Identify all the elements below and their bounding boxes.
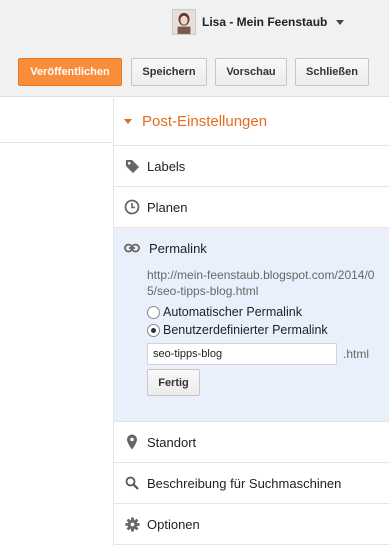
user-avatar [172, 9, 196, 35]
gear-icon [124, 516, 140, 532]
settings-item-label: Labels [147, 158, 186, 174]
permalink-label: Permalink [149, 240, 207, 256]
save-button[interactable]: Speichern [131, 58, 207, 86]
settings-item-options[interactable]: Optionen [114, 504, 389, 545]
post-settings-title: Post-Einstellungen [142, 113, 268, 130]
collapse-arrow-icon [124, 119, 132, 124]
caret-down-icon[interactable] [336, 19, 345, 25]
permalink-input[interactable] [147, 343, 337, 365]
permalink-suffix: .html [343, 347, 370, 361]
editor-pane[interactable] [0, 98, 114, 547]
map-pin-icon [124, 434, 140, 450]
avatar-image [173, 10, 195, 34]
radio-label: Benutzerdefinierter Permalink [163, 323, 328, 337]
publish-button[interactable]: Veröffentlichen [18, 58, 122, 86]
settings-item-label: Planen [147, 199, 188, 215]
search-icon [124, 475, 140, 491]
settings-item-location[interactable]: Standort [114, 422, 389, 463]
settings-item-schedule[interactable]: Planen [114, 187, 389, 228]
permalink-header[interactable]: Permalink [114, 238, 389, 258]
tag-icon [124, 158, 140, 174]
done-button[interactable]: Fertig [147, 369, 200, 396]
settings-item-search-description[interactable]: Beschreibung für Suchmaschinen [114, 463, 389, 504]
radio-label: Automatischer Permalink [163, 305, 302, 319]
permalink-input-row: .html [147, 343, 389, 365]
link-icon [124, 241, 140, 256]
radio-automatic-permalink[interactable]: Automatischer Permalink [147, 303, 389, 321]
close-button[interactable]: Schließen [295, 58, 369, 86]
account-menu[interactable]: Lisa - Mein Feenstaub [172, 9, 345, 35]
radio-custom-permalink[interactable]: Benutzerdefinierter Permalink [147, 321, 389, 339]
permalink-section: Permalink http://mein-feenstaub.blogspot… [114, 228, 389, 422]
settings-item-labels[interactable]: Labels [114, 146, 389, 187]
preview-button[interactable]: Vorschau [215, 58, 287, 86]
clock-icon [124, 199, 140, 215]
settings-item-label: Optionen [147, 516, 200, 532]
radio-button[interactable] [147, 305, 160, 319]
permalink-url: http://mein-feenstaub.blogspot.com/2014/… [147, 268, 375, 298]
editor-toolbar: Veröffentlichen Speichern Vorschau Schli… [0, 47, 389, 97]
radio-button-selected[interactable] [147, 323, 160, 337]
post-settings-header[interactable]: Post-Einstellungen [114, 98, 389, 146]
post-settings-panel: Post-Einstellungen Labels Planen Permali… [114, 98, 389, 547]
top-bar: Lisa - Mein Feenstaub [0, 0, 389, 47]
settings-item-label: Beschreibung für Suchmaschinen [147, 475, 342, 491]
user-name: Lisa - Mein Feenstaub [202, 15, 328, 29]
editor-divider [0, 142, 114, 143]
settings-item-label: Standort [147, 434, 197, 450]
